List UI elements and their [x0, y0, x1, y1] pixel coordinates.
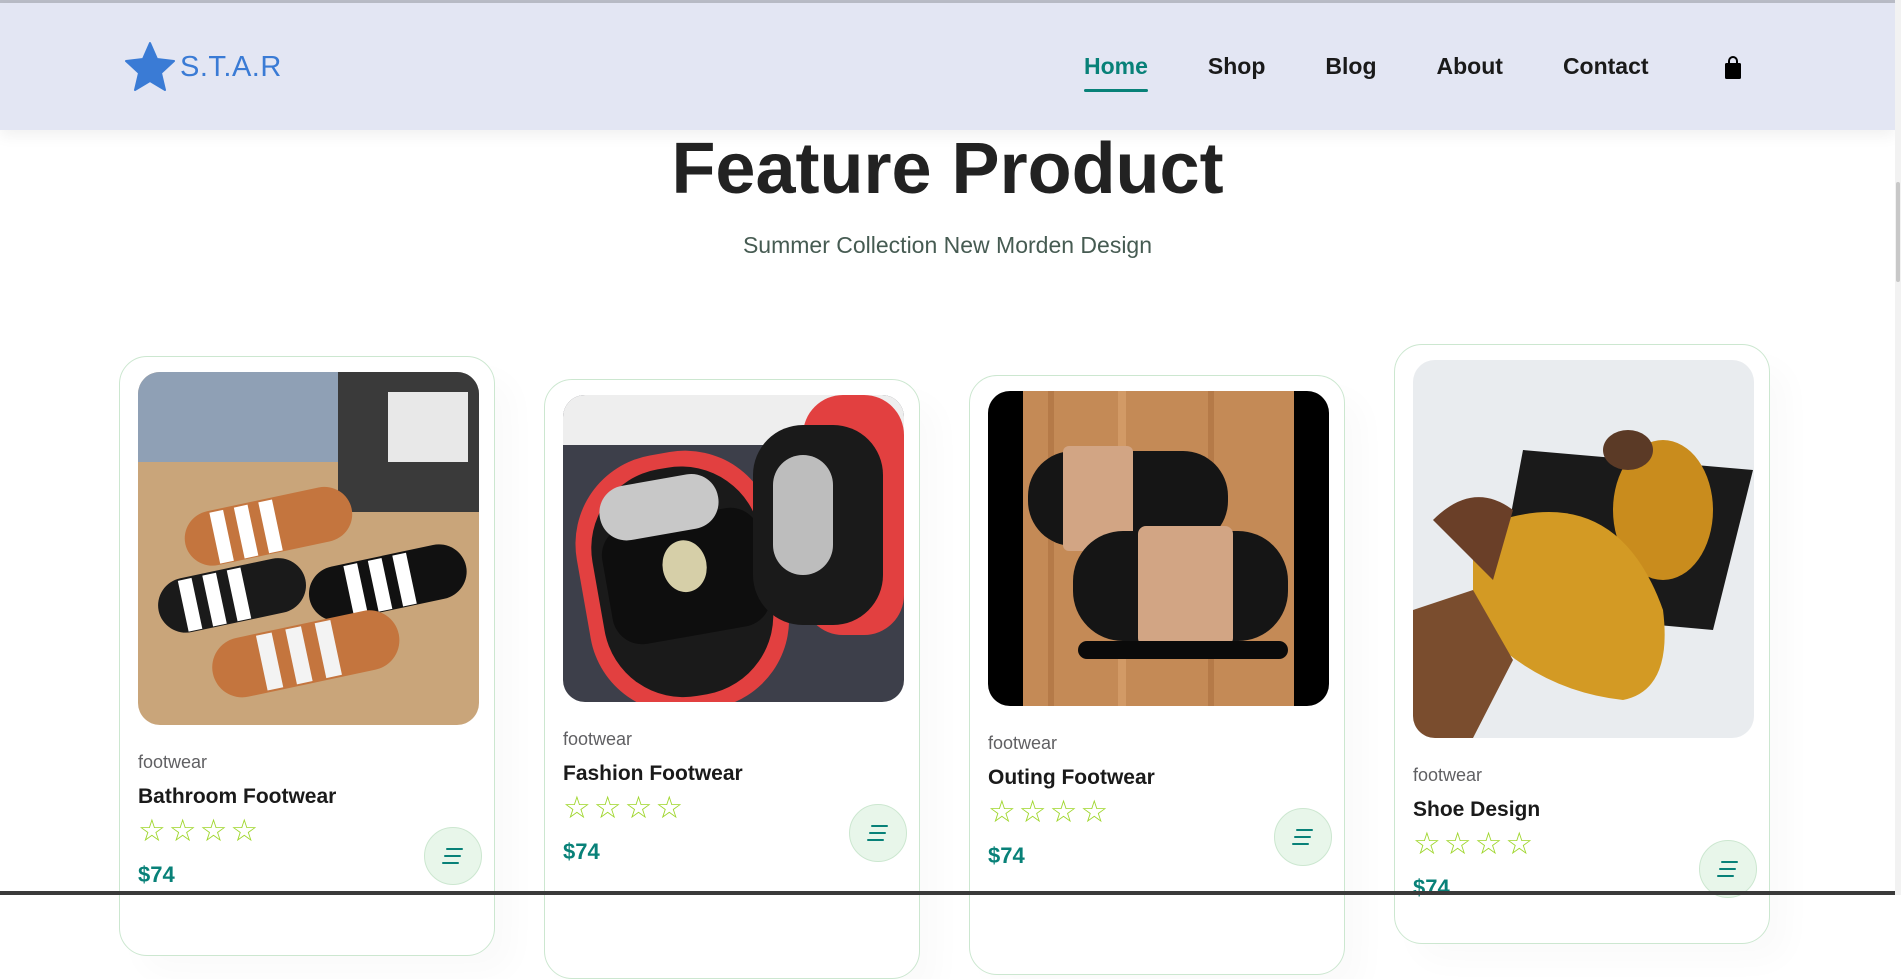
- product-name[interactable]: Fashion Footwear: [563, 762, 743, 786]
- product-brand: footwear: [1413, 765, 1483, 785]
- product-image[interactable]: [563, 395, 904, 702]
- product-card[interactable]: footwear Shoe Design ☆☆☆☆ $74: [1394, 344, 1770, 944]
- logo-text: S.T.A.R: [180, 50, 282, 83]
- product-name[interactable]: Bathroom Footwear: [138, 785, 336, 809]
- bottom-edge: [0, 891, 1895, 895]
- product-name[interactable]: Outing Footwear: [988, 766, 1155, 790]
- rating-stars: ☆☆☆☆: [563, 790, 687, 825]
- nav-blog[interactable]: Blog: [1325, 53, 1376, 86]
- logo[interactable]: S.T.A.R: [122, 39, 282, 95]
- product-brand: footwear: [563, 729, 633, 749]
- scrollbar-track[interactable]: [1895, 0, 1901, 895]
- product-image[interactable]: [138, 372, 479, 725]
- product-price: $74: [1413, 875, 1450, 900]
- site-header: S.T.A.R Home Shop Blog About Contact: [0, 3, 1895, 130]
- product-brand: footwear: [138, 752, 208, 772]
- product-price: $74: [988, 843, 1025, 868]
- rating-stars: ☆☆☆☆: [988, 794, 1112, 829]
- product-card[interactable]: footwear Bathroom Footwear ☆☆☆☆ $74: [119, 356, 495, 956]
- product-image[interactable]: [988, 391, 1329, 706]
- product-image[interactable]: [1413, 360, 1754, 738]
- product-card[interactable]: footwear Outing Footwear ☆☆☆☆ $74: [969, 375, 1345, 975]
- add-to-cart-button[interactable]: [424, 827, 482, 885]
- nav-about[interactable]: About: [1437, 53, 1503, 86]
- cart-icon: [442, 848, 463, 864]
- product-name[interactable]: Shoe Design: [1413, 798, 1540, 822]
- section-title: Feature Product: [671, 129, 1224, 209]
- nav-shop[interactable]: Shop: [1208, 53, 1266, 86]
- nav-contact[interactable]: Contact: [1563, 53, 1649, 86]
- nav-home[interactable]: Home: [1084, 53, 1148, 92]
- product-price: $74: [563, 839, 600, 864]
- rating-stars: ☆☆☆☆: [138, 813, 262, 848]
- product-card[interactable]: footwear Fashion Footwear ☆☆☆☆ $74: [544, 379, 920, 979]
- shopping-bag-icon[interactable]: [1723, 56, 1743, 80]
- cart-icon: [867, 825, 888, 841]
- product-brand: footwear: [988, 733, 1058, 753]
- star-icon: [125, 42, 175, 91]
- add-to-cart-button[interactable]: [1274, 808, 1332, 866]
- section-subtitle: Summer Collection New Morden Design: [742, 232, 1153, 258]
- add-to-cart-button[interactable]: [1699, 840, 1757, 898]
- add-to-cart-button[interactable]: [849, 804, 907, 862]
- main-nav: Home Shop Blog About Contact: [1084, 53, 1709, 92]
- cart-icon: [1717, 861, 1738, 877]
- scrollbar-thumb[interactable]: [1896, 182, 1900, 282]
- rating-stars: ☆☆☆☆: [1413, 826, 1537, 861]
- cart-icon: [1292, 829, 1313, 845]
- product-price: $74: [138, 862, 175, 887]
